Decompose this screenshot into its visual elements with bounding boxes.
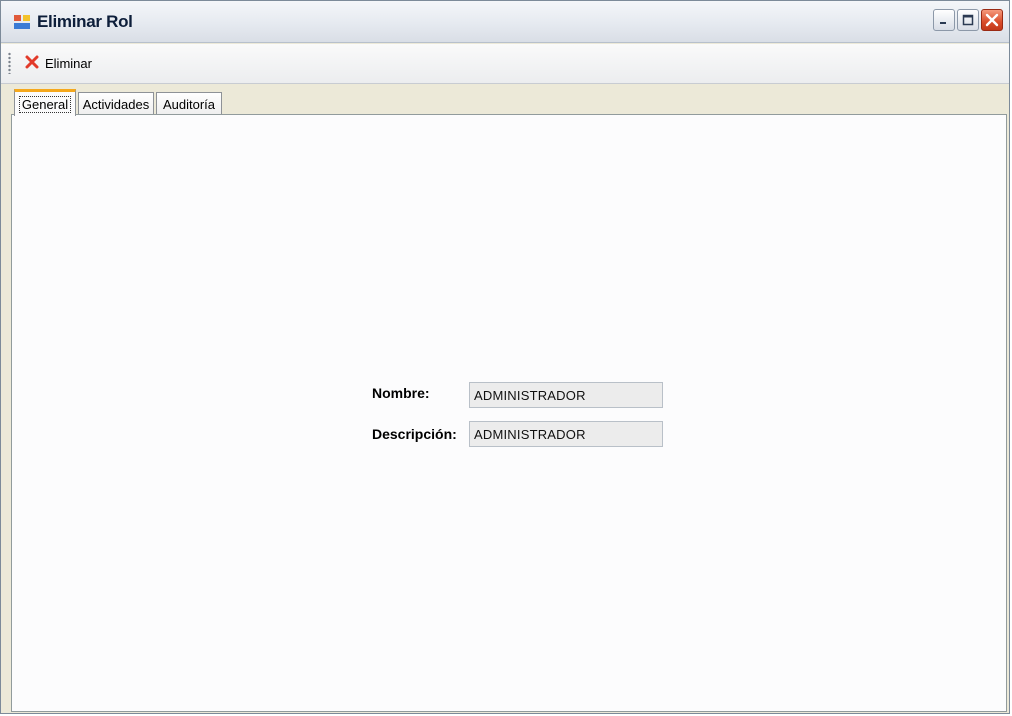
minimize-button[interactable] (933, 9, 955, 31)
tab-auditoria[interactable]: Auditoría (156, 92, 222, 115)
maximize-button[interactable] (957, 9, 979, 31)
close-button[interactable] (981, 9, 1003, 31)
delete-button[interactable]: Eliminar (19, 50, 98, 76)
delete-button-label: Eliminar (45, 55, 92, 71)
nombre-field[interactable]: ADMINISTRADOR (469, 382, 663, 408)
tab-general[interactable]: General (14, 89, 76, 116)
tab-panel-general: Nombre: ADMINISTRADOR Descripción: ADMIN… (11, 114, 1007, 712)
tab-general-label: General (18, 95, 72, 113)
nombre-label: Nombre: (372, 385, 430, 401)
tab-actividades-label: Actividades (82, 96, 150, 112)
tab-strip: General Actividades Auditoría (1, 85, 1009, 116)
window-title: Eliminar Rol (37, 12, 133, 31)
app-window: Eliminar Rol Eliminar General Actividade… (0, 0, 1010, 714)
toolbar: Eliminar (1, 44, 1009, 84)
red-x-icon (25, 55, 39, 72)
app-icon (13, 14, 31, 30)
descripcion-field[interactable]: ADMINISTRADOR (469, 421, 663, 447)
title-bar[interactable]: Eliminar Rol (1, 1, 1009, 43)
descripcion-label: Descripción: (372, 426, 457, 442)
toolbar-grip[interactable] (8, 52, 11, 74)
tab-auditoria-label: Auditoría (162, 96, 216, 112)
tab-actividades[interactable]: Actividades (78, 92, 154, 115)
